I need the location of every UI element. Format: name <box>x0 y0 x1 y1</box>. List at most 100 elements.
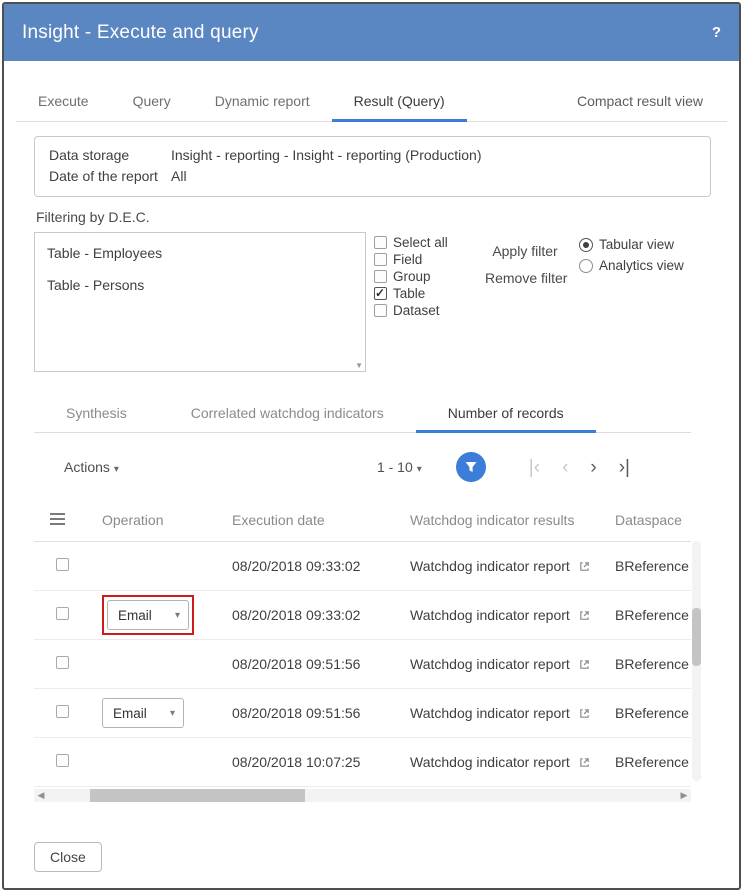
table-row: 08/20/2018 09:51:56 Watchdog indicator r… <box>34 640 691 689</box>
column-header-execution-date: Execution date <box>226 512 404 528</box>
checkbox-select-all[interactable]: Select all <box>374 234 469 251</box>
operation-cell: Email ▾ <box>96 698 226 728</box>
table-row: 08/20/2018 10:07:25 Watchdog indicator r… <box>34 738 691 787</box>
checkbox-icon <box>374 236 387 249</box>
checkbox-checked-icon <box>374 287 387 300</box>
apply-filter-link[interactable]: Apply filter <box>485 243 565 259</box>
report-date-label: Date of the report <box>49 166 171 187</box>
pagination-range-dropdown[interactable]: 1 - 10▾ <box>377 459 422 475</box>
watchdog-report-link[interactable]: Watchdog indicator report <box>410 558 570 574</box>
next-page-button[interactable]: › <box>579 458 607 477</box>
watchdog-cell: Watchdog indicator report <box>404 754 609 770</box>
table-row: Email ▾ 08/20/2018 09:33:02 Watchdog ind… <box>34 591 691 640</box>
row-checkbox[interactable] <box>56 754 69 767</box>
watchdog-report-link[interactable]: Watchdog indicator report <box>410 754 570 770</box>
watchdog-report-link[interactable]: Watchdog indicator report <box>410 705 570 721</box>
summary-row: Date of the report All <box>49 166 696 187</box>
row-checkbox[interactable] <box>56 705 69 718</box>
operation-select[interactable]: Email ▾ <box>107 600 189 630</box>
actions-dropdown[interactable]: Actions▾ <box>64 459 119 475</box>
watchdog-cell: Watchdog indicator report <box>404 607 609 623</box>
checkbox-table[interactable]: Table <box>374 285 469 302</box>
external-link-icon <box>579 561 590 572</box>
help-icon[interactable]: ? <box>712 24 721 41</box>
watchdog-report-link[interactable]: Watchdog indicator report <box>410 656 570 672</box>
execution-date-cell: 08/20/2018 10:07:25 <box>226 754 404 770</box>
vertical-scrollbar-thumb[interactable] <box>692 608 701 666</box>
external-link-icon <box>579 708 590 719</box>
dialog-title: Insight - Execute and query <box>22 22 712 44</box>
radio-tabular-view[interactable]: Tabular view <box>579 234 684 255</box>
execution-date-cell: 08/20/2018 09:33:02 <box>226 607 404 623</box>
tab-execute[interactable]: Execute <box>16 93 111 121</box>
column-header-watchdog-results: Watchdog indicator results <box>404 512 609 528</box>
main-tab-bar: Execute Query Dynamic report Result (Que… <box>16 81 727 122</box>
checkbox-label: Group <box>393 269 431 284</box>
pagination-controls: |‹ ‹ › ›| <box>518 458 641 477</box>
radio-selected-icon <box>579 238 593 252</box>
menu-icon[interactable] <box>50 510 65 528</box>
dataspace-cell: BReference <box>609 558 691 574</box>
checkbox-label: Field <box>393 252 422 267</box>
checkbox-icon <box>374 304 387 317</box>
tab-number-of-records[interactable]: Number of records <box>416 405 596 433</box>
tab-result-query[interactable]: Result (Query) <box>332 93 467 122</box>
horizontal-scrollbar[interactable]: ◀ ▶ <box>34 789 691 802</box>
tab-correlated-watchdog-indicators[interactable]: Correlated watchdog indicators <box>159 405 416 432</box>
filtering-section: Table - Employees Table - Persons ▼ Sele… <box>34 232 711 372</box>
filter-type-checkboxes: Select all Field Group Table Dataset <box>374 232 469 372</box>
external-link-icon <box>579 659 590 670</box>
operation-cell: Email ▾ <box>96 595 226 635</box>
radio-icon <box>579 259 593 273</box>
results-table: Operation Execution date Watchdog indica… <box>34 499 691 787</box>
previous-page-button[interactable]: ‹ <box>551 458 579 477</box>
compact-result-view-link[interactable]: Compact result view <box>577 93 727 121</box>
row-checkbox[interactable] <box>56 656 69 669</box>
row-checkbox[interactable] <box>56 607 69 620</box>
dec-listbox[interactable]: Table - Employees Table - Persons ▼ <box>34 232 366 372</box>
dataspace-cell: BReference <box>609 607 691 623</box>
selected-operation: Email <box>118 608 152 623</box>
title-bar: Insight - Execute and query ? <box>4 4 739 61</box>
operation-select[interactable]: Email ▾ <box>102 698 184 728</box>
filtering-section-label: Filtering by D.E.C. <box>36 209 739 225</box>
row-checkbox[interactable] <box>56 558 69 571</box>
radio-label: Tabular view <box>599 237 674 252</box>
list-item[interactable]: Table - Employees <box>35 241 365 265</box>
scroll-right-arrow-icon[interactable]: ▶ <box>677 789 691 802</box>
first-page-button[interactable]: |‹ <box>518 458 551 477</box>
tab-query[interactable]: Query <box>111 93 193 121</box>
selected-operation: Email <box>113 706 147 721</box>
tab-synthesis[interactable]: Synthesis <box>34 405 159 432</box>
execution-date-cell: 08/20/2018 09:51:56 <box>226 656 404 672</box>
watchdog-report-link[interactable]: Watchdog indicator report <box>410 607 570 623</box>
horizontal-scrollbar-thumb[interactable] <box>90 789 305 802</box>
column-header-operation: Operation <box>96 512 226 528</box>
dataspace-cell: BReference <box>609 656 691 672</box>
result-tab-bar: Synthesis Correlated watchdog indicators… <box>34 398 691 433</box>
view-mode-radios: Tabular view Analytics view <box>579 232 684 372</box>
data-storage-label: Data storage <box>49 145 171 166</box>
checkbox-group[interactable]: Group <box>374 268 469 285</box>
close-button[interactable]: Close <box>34 842 102 872</box>
list-item[interactable]: Table - Persons <box>35 273 365 297</box>
last-page-button[interactable]: ›| <box>608 458 641 477</box>
execution-date-cell: 08/20/2018 09:51:56 <box>226 705 404 721</box>
checkbox-dataset[interactable]: Dataset <box>374 302 469 319</box>
checkbox-field[interactable]: Field <box>374 251 469 268</box>
scroll-down-arrow-icon[interactable]: ▼ <box>355 361 363 370</box>
data-storage-value: Insight - reporting - Insight - reportin… <box>171 145 696 166</box>
radio-analytics-view[interactable]: Analytics view <box>579 255 684 276</box>
checkbox-icon <box>374 270 387 283</box>
checkbox-label: Table <box>393 286 425 301</box>
remove-filter-link[interactable]: Remove filter <box>485 270 565 286</box>
tab-dynamic-report[interactable]: Dynamic report <box>193 93 332 121</box>
checkbox-label: Dataset <box>393 303 440 318</box>
external-link-icon <box>579 610 590 621</box>
scroll-left-arrow-icon[interactable]: ◀ <box>34 789 48 802</box>
report-date-value: All <box>171 166 696 187</box>
external-link-icon <box>579 757 590 768</box>
filter-button[interactable] <box>456 452 486 482</box>
vertical-scrollbar[interactable] <box>692 541 701 781</box>
table-header-row: Operation Execution date Watchdog indica… <box>34 499 691 542</box>
